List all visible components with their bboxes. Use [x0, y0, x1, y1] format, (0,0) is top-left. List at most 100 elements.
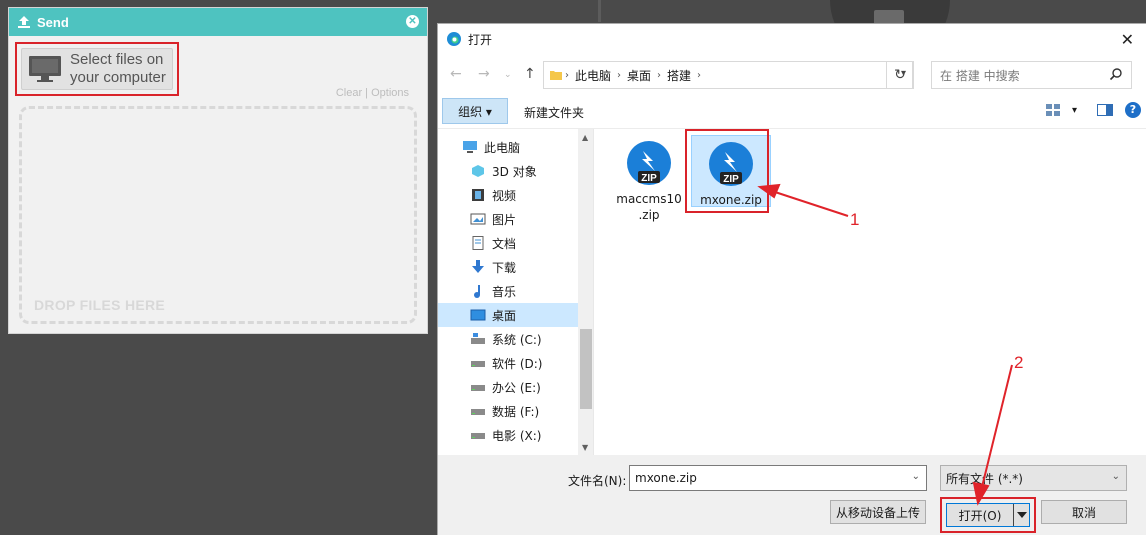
- scroll-down-icon[interactable]: ▼: [582, 443, 588, 452]
- desktop-icon: [470, 309, 486, 321]
- nav-item-video[interactable]: 视频: [438, 183, 578, 207]
- folder-icon: [550, 71, 562, 80]
- navigation-row: ← → ⌄ ↑ › 此电脑 › 桌面 › 搭建 › ▾ ↻ 在 搭建 中搜索: [438, 61, 1146, 89]
- highlight-box-file: [685, 129, 769, 213]
- refresh-button[interactable]: ↻: [886, 61, 914, 89]
- breadcrumb-this-pc[interactable]: 此电脑: [575, 67, 611, 84]
- drop-zone[interactable]: DROP FILES HERE: [19, 106, 417, 324]
- drop-files-label: DROP FILES HERE: [34, 297, 166, 313]
- view-mode-icon[interactable]: [1045, 104, 1060, 116]
- nav-item-3d-objects[interactable]: 3D 对象: [438, 159, 578, 183]
- chevron-down-icon[interactable]: ▾: [1072, 105, 1077, 116]
- upload-icon: [18, 16, 30, 28]
- music-icon: [474, 285, 480, 298]
- nav-item-label: 文档: [492, 236, 517, 251]
- clear-options-links[interactable]: Clear | Options: [336, 87, 409, 99]
- annotation-marker-2: 2: [1014, 353, 1024, 372]
- open-button[interactable]: 打开(O): [946, 503, 1030, 527]
- edge-browser-icon: [447, 32, 461, 46]
- annotation-marker-1: 1: [850, 210, 860, 229]
- filename-field[interactable]: mxone.zip ⌄: [629, 465, 927, 491]
- nav-item-label: 软件 (D:): [492, 356, 543, 371]
- files-pane: ZIP maccms10 .zip ZIP mxone.zip: [595, 129, 1146, 455]
- close-icon[interactable]: ✕: [406, 15, 419, 28]
- recent-locations-chevron-icon[interactable]: ⌄: [504, 70, 512, 80]
- video-icon: [472, 189, 484, 201]
- filetype-value: 所有文件 (*.*): [946, 471, 1023, 486]
- drive-icon: [471, 409, 485, 415]
- filename-label: 文件名(N):: [568, 474, 627, 488]
- new-folder-button[interactable]: 新建文件夹: [524, 104, 584, 121]
- caret-down-icon: [1016, 512, 1027, 518]
- nav-item-label: 视频: [492, 188, 517, 203]
- preview-pane-icon[interactable]: [1097, 104, 1113, 116]
- address-bar[interactable]: › 此电脑 › 桌面 › 搭建 › ▾: [543, 61, 913, 89]
- select-files-label: Select files on your computer: [70, 51, 166, 86]
- nav-item-drive-f[interactable]: 数据 (F:): [438, 399, 578, 423]
- nav-item-label: 电影 (X:): [492, 428, 542, 443]
- search-input[interactable]: 在 搭建 中搜索: [931, 61, 1132, 89]
- organize-button[interactable]: 组织 ▾: [442, 98, 508, 124]
- view-controls: ▾ ?: [1045, 102, 1141, 118]
- nav-item-desktop[interactable]: 桌面: [438, 303, 578, 327]
- nav-item-downloads[interactable]: 下载: [438, 255, 578, 279]
- open-split-dropdown[interactable]: [1013, 504, 1029, 526]
- nav-item-documents[interactable]: 文档: [438, 231, 578, 255]
- refresh-icon: ↻: [894, 67, 906, 83]
- cancel-button[interactable]: 取消: [1041, 500, 1127, 524]
- nav-item-this-pc[interactable]: 此电脑: [438, 135, 578, 159]
- nav-item-drive-e[interactable]: 办公 (E:): [438, 375, 578, 399]
- drive-icon: [471, 433, 485, 439]
- chevron-down-icon[interactable]: ⌄: [912, 471, 920, 482]
- computer-icon: [463, 141, 477, 153]
- upload-from-mobile-button[interactable]: 从移动设备上传: [830, 500, 926, 524]
- dialog-footer: 文件名(N): mxone.zip ⌄ 所有文件 (*.*) ⌄ 从移动设备上传…: [438, 455, 1146, 535]
- nav-item-label: 办公 (E:): [492, 380, 541, 395]
- nav-item-label: 此电脑: [484, 140, 521, 155]
- nav-item-label: 系统 (C:): [492, 332, 542, 347]
- help-icon[interactable]: ?: [1125, 102, 1141, 118]
- chevron-down-icon[interactable]: ⌄: [1112, 471, 1120, 482]
- file-item-maccms10[interactable]: ZIP maccms10 .zip: [609, 135, 689, 222]
- scroll-up-icon[interactable]: ▲: [582, 133, 588, 142]
- dialog-toolbar: 组织 ▾ 新建文件夹 ▾ ?: [438, 98, 1146, 128]
- documents-icon: [472, 236, 484, 250]
- breadcrumb-build[interactable]: 搭建: [667, 67, 691, 84]
- monitor-icon: [29, 56, 61, 82]
- system-drive-icon: [471, 333, 485, 344]
- filetype-select[interactable]: 所有文件 (*.*) ⌄: [940, 465, 1127, 491]
- nav-item-drive-d[interactable]: 软件 (D:): [438, 351, 578, 375]
- send-panel: Send ✕ Select files on your computer Cle…: [8, 7, 428, 334]
- breadcrumb-separator: ›: [617, 69, 622, 81]
- nav-item-pictures[interactable]: 图片: [438, 207, 578, 231]
- dialog-title: 打开: [468, 32, 493, 47]
- download-icon: [472, 260, 484, 273]
- nav-item-music[interactable]: 音乐: [438, 279, 578, 303]
- nav-item-label: 数据 (F:): [492, 404, 540, 419]
- breadcrumb-separator: ›: [565, 69, 569, 81]
- close-icon[interactable]: ✕: [1121, 30, 1134, 49]
- pictures-icon: [470, 213, 486, 225]
- breadcrumb-separator: ›: [657, 69, 662, 81]
- nav-item-drive-c[interactable]: 系统 (C:): [438, 327, 578, 351]
- nav-item-drive-x[interactable]: 电影 (X:): [438, 423, 578, 447]
- zip-file-icon: ZIP: [626, 141, 672, 187]
- dialog-titlebar: 打开 ✕: [438, 24, 1146, 54]
- navigation-pane: 此电脑 3D 对象 视频 图片 文档 下载 音乐 桌面 系统 (C:) 软件 (…: [438, 129, 594, 455]
- file-name: maccms10 .zip: [616, 192, 682, 222]
- breadcrumb-desktop[interactable]: 桌面: [627, 67, 651, 84]
- 3d-objects-icon: [472, 165, 484, 177]
- nav-item-label: 桌面: [492, 308, 517, 323]
- open-button-label: 打开(O): [958, 508, 1002, 523]
- send-panel-title: Send: [37, 14, 69, 30]
- search-placeholder: 在 搭建 中搜索: [940, 68, 1020, 83]
- back-arrow-icon[interactable]: ←: [450, 66, 462, 82]
- nav-item-label: 下载: [492, 260, 517, 275]
- highlight-box-open: 打开(O): [940, 497, 1036, 533]
- nav-scrollbar-thumb[interactable]: [580, 329, 592, 409]
- nav-item-label: 3D 对象: [492, 164, 537, 179]
- forward-arrow-icon[interactable]: →: [478, 66, 490, 82]
- select-files-button[interactable]: Select files on your computer: [21, 48, 173, 90]
- drive-icon: [471, 361, 485, 367]
- up-arrow-icon[interactable]: ↑: [524, 66, 536, 82]
